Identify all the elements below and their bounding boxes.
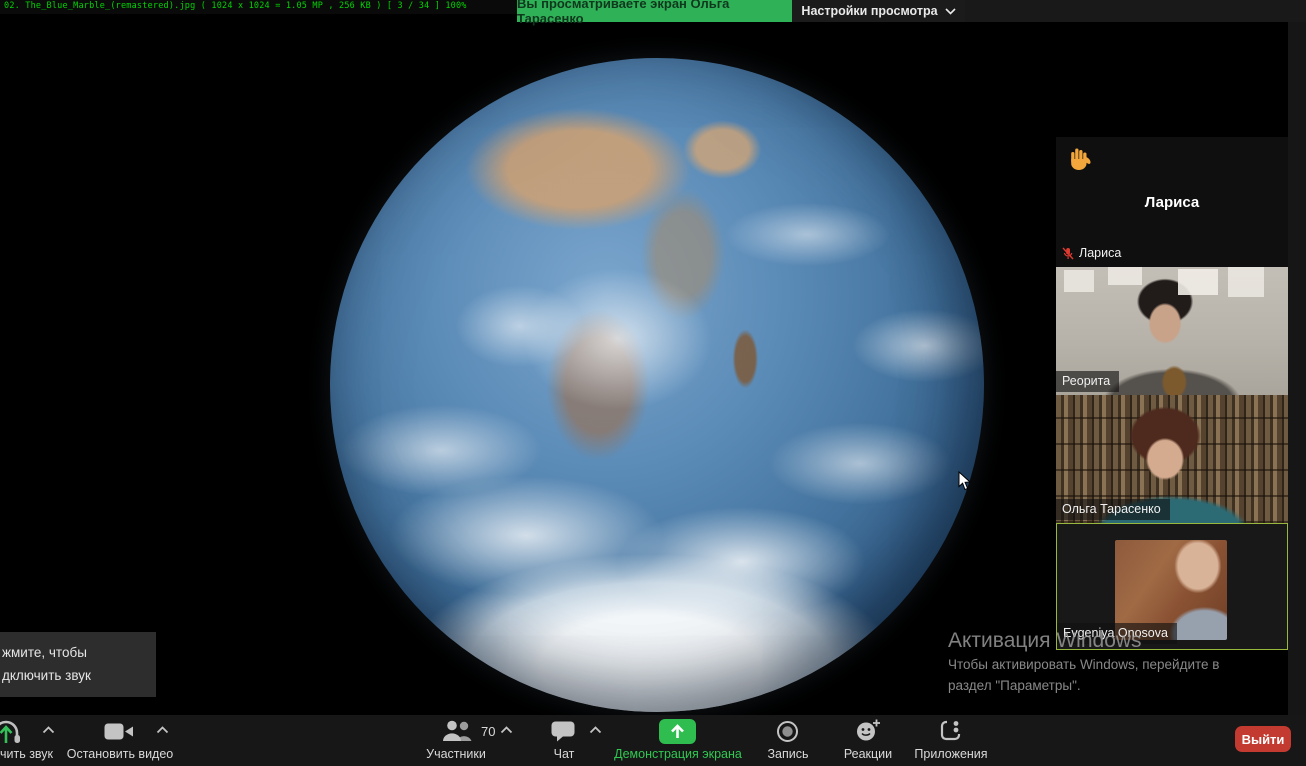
participant-tile-larisa[interactable]: Лариса Лариса: [1056, 137, 1288, 267]
image-viewer-status-text: 02. The_Blue_Marble_(remastered).jpg ( 1…: [4, 1, 467, 11]
participant-name-tag: Evgeniya Onosova: [1057, 623, 1177, 644]
reactions-label[interactable]: Реакции: [832, 747, 904, 761]
participant-name-tag: Реорита: [1056, 371, 1120, 392]
participant-tile-olga-tarasenko[interactable]: Ольга Тарасенко: [1056, 395, 1288, 523]
apps-label[interactable]: Приложения: [903, 747, 999, 761]
mouse-cursor: [958, 471, 972, 491]
window-right-gutter: [1288, 0, 1306, 715]
audio-tooltip-line1: жмите, чтобы: [2, 645, 87, 660]
watermark-line1: Чтобы активировать Windows, перейдите в: [948, 657, 1220, 672]
apps-icon[interactable]: [939, 719, 963, 743]
record-label[interactable]: Запись: [757, 747, 819, 761]
view-settings-label: Настройки просмотра: [801, 4, 938, 18]
join-audio-icon[interactable]: [0, 719, 27, 746]
audio-tooltip-line2: дключить звук: [2, 668, 91, 683]
view-settings-button[interactable]: Настройки просмотра: [792, 0, 965, 22]
stop-video-label[interactable]: Остановить видео: [66, 747, 174, 761]
participants-count: 70: [481, 724, 496, 739]
share-screen-label[interactable]: Демонстрация экрана: [592, 747, 764, 761]
earth-blue-marble-image: [330, 58, 984, 712]
participant-name-tag: Лариса: [1056, 243, 1131, 264]
screen-view-banner: Вы просматриваете экран Ольга Тарасенко: [517, 0, 793, 26]
participants-chevron-icon[interactable]: [500, 726, 513, 734]
screen-view-banner-text: Вы просматриваете экран Ольга Тарасенко: [517, 0, 730, 26]
chevron-down-icon: [945, 7, 956, 15]
share-screen-icon[interactable]: [659, 719, 696, 744]
participant-tile-reorita[interactable]: Реорита: [1056, 267, 1288, 395]
participants-label[interactable]: Участники: [405, 747, 507, 761]
chat-icon[interactable]: [551, 721, 576, 742]
participant-name-tag: Ольга Тарасенко: [1056, 499, 1170, 520]
mic-muted-icon: [1062, 247, 1074, 259]
participants-panel: Лариса Лариса Реорита Ольга Тарасенко Ev…: [1056, 137, 1288, 650]
reactions-icon[interactable]: [855, 718, 881, 743]
stop-video-icon[interactable]: [104, 722, 134, 741]
join-audio-label[interactable]: чить звук: [0, 747, 58, 761]
record-icon[interactable]: [776, 720, 799, 743]
participants-icon[interactable]: [442, 720, 479, 743]
zoom-meeting-window: 02. The_Blue_Marble_(remastered).jpg ( 1…: [0, 0, 1306, 766]
watermark-line2: раздел "Параметры".: [948, 678, 1081, 693]
video-options-chevron-icon[interactable]: [156, 726, 169, 734]
leave-button-label: Выйти: [1241, 731, 1285, 747]
leave-button[interactable]: Выйти: [1235, 726, 1291, 752]
raised-hand-icon: [1068, 146, 1091, 176]
participant-tile-evgeniya-onosova[interactable]: Evgeniya Onosova: [1056, 523, 1288, 650]
chat-chevron-icon[interactable]: [589, 726, 602, 734]
chat-label[interactable]: Чат: [534, 747, 594, 761]
audio-tooltip: жмите, чтобы дключить звук: [0, 632, 156, 697]
audio-options-chevron-icon[interactable]: [42, 726, 55, 734]
